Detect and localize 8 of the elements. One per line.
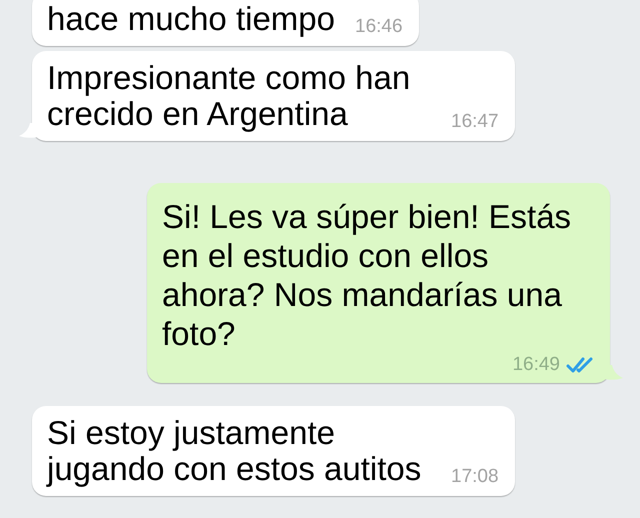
message-time: 16:46 [355, 15, 403, 39]
message-time: 17:08 [451, 465, 499, 489]
message-time: 16:49 [512, 353, 560, 377]
message-text: Si estoy justamente jugando con estos autitos [47, 415, 422, 487]
message-text: hace mucho tiempo [47, 1, 335, 37]
message-time: 16:47 [451, 110, 499, 134]
message-text: Impresionante como han crecido en Argentina [47, 60, 412, 132]
message-text: Si! Les va súper bien! Estás en el estudio con ellos ahora? Nos mandarías una foto? [162, 197, 572, 353]
